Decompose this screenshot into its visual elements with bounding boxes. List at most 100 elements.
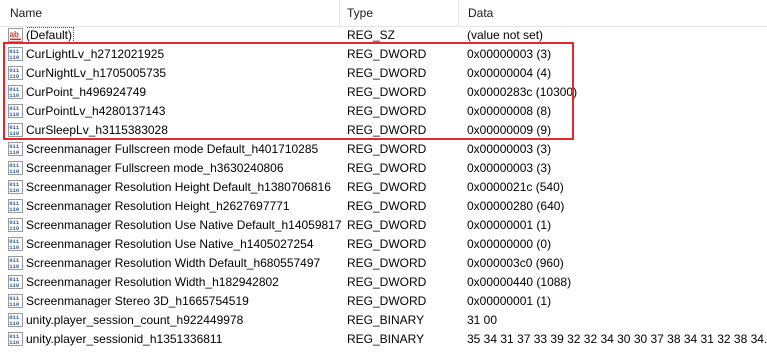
value-name: CurLightLv_h2712021925 bbox=[26, 45, 342, 64]
value-data: 0x00000001 (1) bbox=[467, 218, 552, 232]
svg-text:110: 110 bbox=[9, 168, 20, 175]
value-name: Screenmanager Fullscreen mode_h363024080… bbox=[26, 159, 342, 178]
registry-value-row[interactable]: 011 110 Screenmanager Resolution Width Def… bbox=[0, 254, 767, 273]
svg-text:110: 110 bbox=[9, 244, 20, 251]
svg-text:110: 110 bbox=[9, 206, 20, 213]
value-type: REG_SZ bbox=[347, 28, 396, 42]
svg-text:ab: ab bbox=[10, 30, 19, 39]
svg-text:110: 110 bbox=[9, 73, 20, 80]
svg-text:110: 110 bbox=[9, 320, 20, 327]
value-name: (Default) bbox=[26, 26, 342, 45]
value-data: (value not set) bbox=[467, 28, 544, 42]
value-data: 0x00000004 (4) bbox=[467, 66, 552, 80]
binary-value-icon: 011110 bbox=[8, 161, 23, 175]
registry-value-row[interactable]: 011 110 Screenmanager Resolution Height De… bbox=[0, 178, 767, 197]
column-header-data[interactable]: Data bbox=[459, 0, 767, 26]
svg-text:110: 110 bbox=[9, 301, 20, 308]
registry-value-row[interactable]: 011 110 Screenmanager Fullscreen mode Defa… bbox=[0, 140, 767, 159]
binary-value-icon: 011110 bbox=[8, 47, 23, 61]
column-header-name[interactable]: Name bbox=[0, 0, 340, 26]
value-data: 35 34 31 37 33 39 32 32 34 30 30 37 38 3… bbox=[467, 332, 767, 346]
value-name: CurNightLv_h1705005735 bbox=[26, 64, 342, 83]
svg-text:110: 110 bbox=[9, 225, 20, 232]
binary-value-icon: 011110 bbox=[8, 85, 23, 99]
value-type: REG_DWORD bbox=[347, 256, 427, 270]
value-type: REG_DWORD bbox=[347, 85, 427, 99]
value-type: REG_DWORD bbox=[347, 123, 427, 137]
value-name-text: Screenmanager Resolution Use Native Defa… bbox=[26, 218, 342, 232]
value-type: REG_DWORD bbox=[347, 237, 427, 251]
registry-values-list: ab (Default) REG_SZ (value not set) 011 110 Cu… bbox=[0, 26, 767, 349]
value-name-text: CurSleepLv_h3115383028 bbox=[26, 123, 168, 137]
value-name-text: Screenmanager Fullscreen mode_h363024080… bbox=[26, 161, 284, 175]
value-name: CurPoint_h496924749 bbox=[26, 83, 342, 102]
value-name: Screenmanager Resolution Use Native Defa… bbox=[26, 216, 342, 235]
binary-value-icon: 011110 bbox=[8, 218, 23, 232]
value-name-text: Screenmanager Resolution Height Default_… bbox=[26, 180, 331, 194]
value-type: REG_DWORD bbox=[347, 180, 427, 194]
value-data: 0x00000003 (3) bbox=[467, 161, 552, 175]
value-name-text: CurPoint_h496924749 bbox=[26, 85, 147, 99]
value-type: REG_BINARY bbox=[347, 332, 425, 346]
binary-value-icon: 011110 bbox=[8, 199, 23, 213]
value-name-text: unity.player_sessionid_h1351336811 bbox=[26, 332, 223, 346]
svg-text:110: 110 bbox=[9, 339, 20, 346]
registry-value-row[interactable]: 011 110 CurNightLv_h1705005735 REG_DWORD 0x0… bbox=[0, 64, 767, 83]
svg-text:110: 110 bbox=[9, 187, 20, 194]
value-data: 0x00000001 (1) bbox=[467, 294, 552, 308]
registry-value-row[interactable]: 011 110 unity.player_sessionid_h1351336811… bbox=[0, 330, 767, 349]
registry-value-row[interactable]: 011 110 Screenmanager Fullscreen mode_h363… bbox=[0, 159, 767, 178]
value-name-text: Screenmanager Resolution Width_h18294280… bbox=[26, 275, 279, 289]
value-data: 0x00000008 (8) bbox=[467, 104, 552, 118]
binary-value-icon: 011110 bbox=[8, 294, 23, 308]
value-name-text: Screenmanager Stereo 3D_h1665754519 bbox=[26, 294, 249, 308]
value-name: Screenmanager Stereo 3D_h1665754519 bbox=[26, 292, 342, 311]
value-name-text: Screenmanager Resolution Use Native_h140… bbox=[26, 237, 314, 251]
binary-value-icon: 011110 bbox=[8, 332, 23, 346]
value-type: REG_DWORD bbox=[347, 104, 427, 118]
value-name: Screenmanager Resolution Use Native_h140… bbox=[26, 235, 342, 254]
value-type: REG_DWORD bbox=[347, 142, 427, 156]
registry-value-row[interactable]: 011 110 Screenmanager Resolution Width_h18… bbox=[0, 273, 767, 292]
value-name-text: Screenmanager Fullscreen mode Default_h4… bbox=[26, 142, 319, 156]
column-header-type[interactable]: Type bbox=[340, 0, 459, 26]
value-name: unity.player_session_count_h922449978 bbox=[26, 311, 342, 330]
registry-value-row[interactable]: 011 110 CurPointLv_h4280137143 REG_DWORD 0x0… bbox=[0, 102, 767, 121]
registry-value-row[interactable]: 011 110 Screenmanager Resolution Height_h2… bbox=[0, 197, 767, 216]
value-type: REG_DWORD bbox=[347, 294, 427, 308]
registry-value-row[interactable]: 011 110 unity.player_session_count_h922449… bbox=[0, 311, 767, 330]
value-data: 0x000003c0 (960) bbox=[467, 256, 564, 270]
svg-text:110: 110 bbox=[9, 111, 20, 118]
binary-value-icon: 011110 bbox=[8, 104, 23, 118]
svg-text:110: 110 bbox=[9, 54, 20, 61]
value-type: REG_BINARY bbox=[347, 313, 425, 327]
binary-value-icon: 011110 bbox=[8, 256, 23, 270]
registry-value-row[interactable]: 011 110 CurLightLv_h2712021925 REG_DWORD 0x0… bbox=[0, 45, 767, 64]
value-type: REG_DWORD bbox=[347, 161, 427, 175]
value-name: Screenmanager Resolution Width_h18294280… bbox=[26, 273, 342, 292]
binary-value-icon: 011110 bbox=[8, 237, 23, 251]
registry-value-row[interactable]: 011 110 Screenmanager Resolution Use Nativ… bbox=[0, 235, 767, 254]
value-data: 0x0000283c (10300) bbox=[467, 85, 578, 99]
value-data: 0x0000021c (540) bbox=[467, 180, 564, 194]
registry-value-row[interactable]: 011 110 Screenmanager Resolution Use Nativ… bbox=[0, 216, 767, 235]
value-data: 0x00000000 (0) bbox=[467, 237, 552, 251]
registry-value-row[interactable]: 011 110 CurSleepLv_h3115383028 REG_DWORD 0x0… bbox=[0, 121, 767, 140]
binary-value-icon: 011110 bbox=[8, 66, 23, 80]
value-type: REG_DWORD bbox=[347, 66, 427, 80]
value-type: REG_DWORD bbox=[347, 218, 427, 232]
svg-text:110: 110 bbox=[9, 149, 20, 156]
registry-value-row[interactable]: 011 110 CurPoint_h496924749 REG_DWORD 0x0000… bbox=[0, 83, 767, 102]
value-name: CurSleepLv_h3115383028 bbox=[26, 121, 342, 140]
svg-text:110: 110 bbox=[9, 130, 20, 137]
value-name: unity.player_sessionid_h1351336811 bbox=[26, 330, 342, 349]
svg-text:110: 110 bbox=[9, 263, 20, 270]
value-type: REG_DWORD bbox=[347, 199, 427, 213]
binary-value-icon: 011110 bbox=[8, 180, 23, 194]
value-name: CurPointLv_h4280137143 bbox=[26, 102, 342, 121]
registry-value-row[interactable]: 011 110 Screenmanager Stereo 3D_h166575451… bbox=[0, 292, 767, 311]
registry-value-row[interactable]: ab (Default) REG_SZ (value not set) bbox=[0, 26, 767, 45]
value-data: 0x00000009 (9) bbox=[467, 123, 552, 137]
value-type: REG_DWORD bbox=[347, 47, 427, 61]
value-data: 0x00000003 (3) bbox=[467, 142, 552, 156]
